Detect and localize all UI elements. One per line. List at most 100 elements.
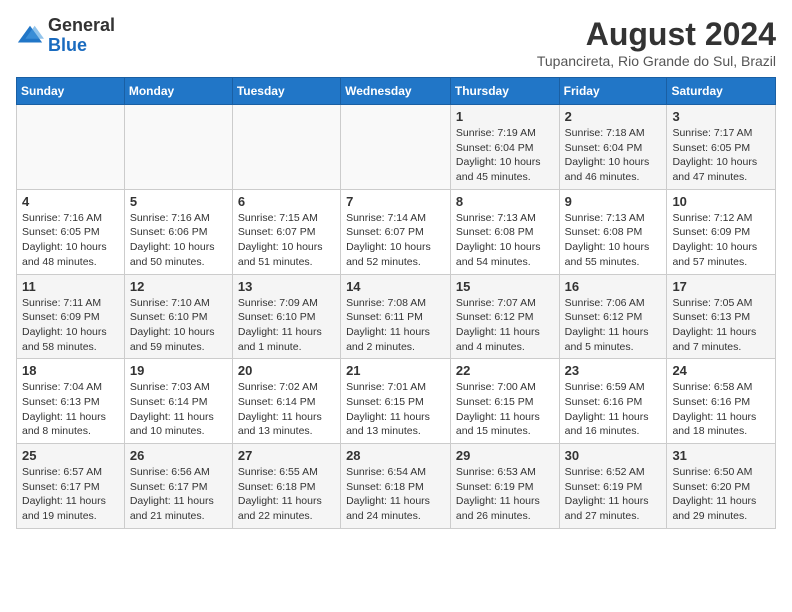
day-info: Sunrise: 7:04 AMSunset: 6:13 PMDaylight:… — [22, 380, 119, 439]
calendar-cell: 10 Sunrise: 7:12 AMSunset: 6:09 PMDayligh… — [667, 189, 776, 274]
day-number: 16 — [565, 279, 662, 294]
day-info: Sunrise: 7:16 AMSunset: 6:06 PMDaylight:… — [130, 211, 227, 270]
day-number: 21 — [346, 363, 445, 378]
day-info: Sunrise: 7:19 AMSunset: 6:04 PMDaylight:… — [456, 126, 554, 185]
day-header-wednesday: Wednesday — [341, 78, 451, 105]
calendar-header-row: SundayMondayTuesdayWednesdayThursdayFrid… — [17, 78, 776, 105]
day-info: Sunrise: 6:57 AMSunset: 6:17 PMDaylight:… — [22, 465, 119, 524]
calendar-cell: 6 Sunrise: 7:15 AMSunset: 6:07 PMDaylight… — [232, 189, 340, 274]
title-block: August 2024 Tupancireta, Rio Grande do S… — [537, 16, 776, 69]
day-info: Sunrise: 7:07 AMSunset: 6:12 PMDaylight:… — [456, 296, 554, 355]
day-info: Sunrise: 6:56 AMSunset: 6:17 PMDaylight:… — [130, 465, 227, 524]
day-info: Sunrise: 6:52 AMSunset: 6:19 PMDaylight:… — [565, 465, 662, 524]
calendar-cell: 16 Sunrise: 7:06 AMSunset: 6:12 PMDayligh… — [559, 274, 667, 359]
calendar-week-row: 18 Sunrise: 7:04 AMSunset: 6:13 PMDayligh… — [17, 359, 776, 444]
logo-icon — [16, 22, 44, 50]
day-info: Sunrise: 6:54 AMSunset: 6:18 PMDaylight:… — [346, 465, 445, 524]
day-number: 25 — [22, 448, 119, 463]
day-info: Sunrise: 7:13 AMSunset: 6:08 PMDaylight:… — [456, 211, 554, 270]
day-info: Sunrise: 7:15 AMSunset: 6:07 PMDaylight:… — [238, 211, 335, 270]
day-number: 15 — [456, 279, 554, 294]
calendar-cell: 31 Sunrise: 6:50 AMSunset: 6:20 PMDayligh… — [667, 444, 776, 529]
calendar-cell: 12Sunrise: 7:10 AMSunset: 6:10 PMDayligh… — [124, 274, 232, 359]
day-info: Sunrise: 7:16 AMSunset: 6:05 PMDaylight:… — [22, 211, 119, 270]
calendar-cell: 15 Sunrise: 7:07 AMSunset: 6:12 PMDayligh… — [450, 274, 559, 359]
day-info: Sunrise: 6:50 AMSunset: 6:20 PMDaylight:… — [672, 465, 770, 524]
day-info: Sunrise: 7:09 AMSunset: 6:10 PMDaylight:… — [238, 296, 335, 355]
calendar-cell — [124, 105, 232, 190]
calendar-cell: 3Sunrise: 7:17 AMSunset: 6:05 PMDaylight… — [667, 105, 776, 190]
day-number: 7 — [346, 194, 445, 209]
calendar-cell: 27Sunrise: 6:55 AMSunset: 6:18 PMDayligh… — [232, 444, 340, 529]
calendar-week-row: 11 Sunrise: 7:11 AMSunset: 6:09 PMDayligh… — [17, 274, 776, 359]
day-number: 9 — [565, 194, 662, 209]
day-number: 31 — [672, 448, 770, 463]
day-number: 24 — [672, 363, 770, 378]
day-number: 2 — [565, 109, 662, 124]
day-info: Sunrise: 7:08 AMSunset: 6:11 PMDaylight:… — [346, 296, 445, 355]
logo-blue: Blue — [48, 35, 87, 55]
calendar-cell — [232, 105, 340, 190]
day-info: Sunrise: 7:13 AMSunset: 6:08 PMDaylight:… — [565, 211, 662, 270]
calendar-cell: 26 Sunrise: 6:56 AMSunset: 6:17 PMDayligh… — [124, 444, 232, 529]
logo-text: General Blue — [48, 16, 115, 56]
day-number: 23 — [565, 363, 662, 378]
calendar-cell — [17, 105, 125, 190]
day-number: 18 — [22, 363, 119, 378]
day-info: Sunrise: 7:14 AMSunset: 6:07 PMDaylight:… — [346, 211, 445, 270]
calendar-cell: 20 Sunrise: 7:02 AMSunset: 6:14 PMDayligh… — [232, 359, 340, 444]
calendar-cell: 24Sunrise: 6:58 AMSunset: 6:16 PMDayligh… — [667, 359, 776, 444]
day-header-tuesday: Tuesday — [232, 78, 340, 105]
day-info: Sunrise: 7:02 AMSunset: 6:14 PMDaylight:… — [238, 380, 335, 439]
day-info: Sunrise: 7:11 AMSunset: 6:09 PMDaylight:… — [22, 296, 119, 355]
day-number: 5 — [130, 194, 227, 209]
calendar-cell: 14Sunrise: 7:08 AMSunset: 6:11 PMDayligh… — [341, 274, 451, 359]
calendar-cell: 29 Sunrise: 6:53 AMSunset: 6:19 PMDayligh… — [450, 444, 559, 529]
calendar-cell: 5 Sunrise: 7:16 AMSunset: 6:06 PMDaylight… — [124, 189, 232, 274]
calendar-cell: 1Sunrise: 7:19 AMSunset: 6:04 PMDaylight… — [450, 105, 559, 190]
calendar-cell: 28 Sunrise: 6:54 AMSunset: 6:18 PMDayligh… — [341, 444, 451, 529]
calendar-cell: 30Sunrise: 6:52 AMSunset: 6:19 PMDayligh… — [559, 444, 667, 529]
day-header-sunday: Sunday — [17, 78, 125, 105]
calendar-cell: 22Sunrise: 7:00 AMSunset: 6:15 PMDayligh… — [450, 359, 559, 444]
day-number: 11 — [22, 279, 119, 294]
calendar-cell: 17 Sunrise: 7:05 AMSunset: 6:13 PMDayligh… — [667, 274, 776, 359]
calendar-cell: 23Sunrise: 6:59 AMSunset: 6:16 PMDayligh… — [559, 359, 667, 444]
calendar-cell: 7 Sunrise: 7:14 AMSunset: 6:07 PMDaylight… — [341, 189, 451, 274]
day-number: 17 — [672, 279, 770, 294]
day-number: 8 — [456, 194, 554, 209]
day-number: 10 — [672, 194, 770, 209]
day-number: 28 — [346, 448, 445, 463]
day-info: Sunrise: 7:05 AMSunset: 6:13 PMDaylight:… — [672, 296, 770, 355]
logo: General Blue — [16, 16, 115, 56]
day-info: Sunrise: 7:18 AMSunset: 6:04 PMDaylight:… — [565, 126, 662, 185]
calendar-cell — [341, 105, 451, 190]
day-info: Sunrise: 7:12 AMSunset: 6:09 PMDaylight:… — [672, 211, 770, 270]
day-info: Sunrise: 7:06 AMSunset: 6:12 PMDaylight:… — [565, 296, 662, 355]
day-info: Sunrise: 7:03 AMSunset: 6:14 PMDaylight:… — [130, 380, 227, 439]
day-header-monday: Monday — [124, 78, 232, 105]
calendar-table: SundayMondayTuesdayWednesdayThursdayFrid… — [16, 77, 776, 529]
day-info: Sunrise: 7:17 AMSunset: 6:05 PMDaylight:… — [672, 126, 770, 185]
day-info: Sunrise: 7:01 AMSunset: 6:15 PMDaylight:… — [346, 380, 445, 439]
day-number: 12 — [130, 279, 227, 294]
day-number: 4 — [22, 194, 119, 209]
calendar-week-row: 1Sunrise: 7:19 AMSunset: 6:04 PMDaylight… — [17, 105, 776, 190]
location: Tupancireta, Rio Grande do Sul, Brazil — [537, 53, 776, 69]
calendar-cell: 4 Sunrise: 7:16 AMSunset: 6:05 PMDaylight… — [17, 189, 125, 274]
logo-general: General — [48, 15, 115, 35]
day-number: 6 — [238, 194, 335, 209]
day-number: 20 — [238, 363, 335, 378]
day-number: 27 — [238, 448, 335, 463]
day-info: Sunrise: 6:53 AMSunset: 6:19 PMDaylight:… — [456, 465, 554, 524]
calendar-cell: 19 Sunrise: 7:03 AMSunset: 6:14 PMDayligh… — [124, 359, 232, 444]
day-number: 29 — [456, 448, 554, 463]
day-number: 26 — [130, 448, 227, 463]
day-number: 19 — [130, 363, 227, 378]
day-info: Sunrise: 7:00 AMSunset: 6:15 PMDaylight:… — [456, 380, 554, 439]
calendar-week-row: 25 Sunrise: 6:57 AMSunset: 6:17 PMDayligh… — [17, 444, 776, 529]
day-header-saturday: Saturday — [667, 78, 776, 105]
calendar-cell: 21 Sunrise: 7:01 AMSunset: 6:15 PMDayligh… — [341, 359, 451, 444]
day-header-friday: Friday — [559, 78, 667, 105]
calendar-cell: 2 Sunrise: 7:18 AMSunset: 6:04 PMDaylight… — [559, 105, 667, 190]
